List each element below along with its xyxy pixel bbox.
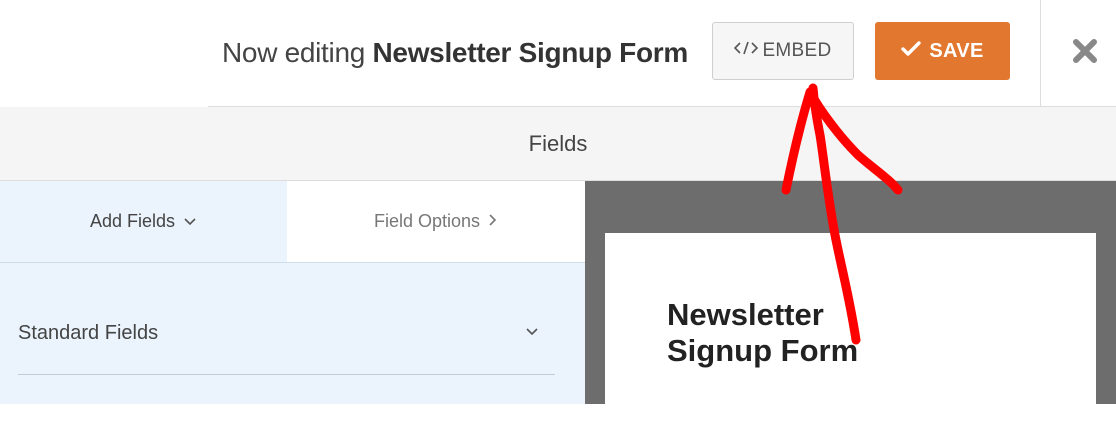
chevron-right-icon: [488, 211, 498, 232]
top-bar: Now editing Newsletter Signup Form EMBED…: [0, 0, 1116, 107]
tab-add-fields[interactable]: Add Fields: [0, 181, 287, 262]
section-standard-fields[interactable]: Standard Fields: [18, 306, 555, 360]
save-button[interactable]: SAVE: [875, 22, 1010, 80]
fields-panel-header: Fields: [0, 107, 1116, 181]
close-button[interactable]: [1060, 30, 1110, 76]
page-title: Now editing Newsletter Signup Form: [222, 33, 688, 73]
tab-label: Add Fields: [89, 211, 176, 231]
check-icon: [901, 40, 922, 63]
section-divider: [18, 374, 555, 375]
tab-label: Field Options: [373, 211, 481, 231]
embed-label: EMBED: [762, 40, 832, 61]
close-icon: [1072, 38, 1098, 69]
tabs-divider: [0, 262, 585, 263]
fields-title: Fields: [528, 130, 588, 156]
code-icon: [734, 40, 759, 62]
header-divider: [1040, 0, 1041, 107]
section-title: Standard Fields: [18, 321, 159, 344]
left-panel: Add Fields Field Options Standard Fields: [0, 181, 585, 404]
save-label: SAVE: [929, 39, 984, 62]
form-preview: Newsletter Signup Form: [585, 181, 1116, 433]
chevron-down-icon: [525, 324, 539, 342]
form-preview-card: Newsletter Signup Form: [605, 233, 1096, 433]
tab-field-options[interactable]: Field Options: [287, 181, 585, 262]
form-preview-title: Newsletter Signup Form: [667, 297, 859, 368]
embed-button[interactable]: EMBED: [712, 22, 854, 80]
chevron-down-icon: [183, 211, 197, 232]
form-name: Newsletter Signup Form: [372, 37, 689, 68]
title-prefix: Now editing: [222, 37, 366, 68]
